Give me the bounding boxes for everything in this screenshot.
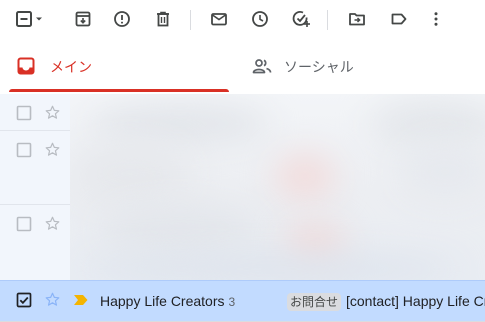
blurred-content — [70, 144, 190, 204]
people-icon — [252, 59, 272, 74]
row-divider — [0, 204, 70, 205]
blurred-content — [275, 154, 335, 199]
row-checkbox[interactable] — [16, 216, 32, 232]
report-spam-button[interactable] — [110, 7, 134, 31]
inbox-icon — [17, 57, 35, 75]
snooze-button[interactable] — [248, 7, 272, 31]
tab-social-label: ソーシャル — [284, 59, 354, 75]
report-icon — [114, 11, 130, 27]
label-icon — [391, 13, 407, 25]
row-checkbox[interactable] — [16, 142, 32, 158]
sender-name: Happy Life Creators 3 — [100, 293, 235, 309]
star-icon[interactable] — [44, 104, 61, 121]
tab-main[interactable]: メイン — [0, 40, 230, 94]
important-marker-icon[interactable] — [73, 294, 89, 306]
task-add-icon — [292, 11, 310, 27]
more-vertical-icon — [434, 12, 438, 26]
select-dropdown-button[interactable] — [32, 7, 46, 31]
envelope-icon — [211, 13, 227, 26]
minus-checkbox-icon — [16, 11, 32, 27]
caret-down-icon — [36, 17, 42, 21]
row-divider — [0, 130, 70, 131]
add-to-tasks-button[interactable] — [289, 7, 313, 31]
thread-count: 3 — [228, 295, 236, 309]
category-tabs: メイン ソーシャル — [0, 40, 485, 94]
message-subject: [contact] Happy Life Cre — [346, 293, 485, 309]
tab-main-label: メイン — [50, 59, 92, 75]
blurred-messages-area — [70, 94, 485, 280]
blurred-content — [100, 204, 260, 254]
blurred-content — [80, 254, 460, 280]
table-row-selected[interactable]: Happy Life Creators 3 お問合せ [contact] Happ… — [0, 280, 485, 321]
toolbar-divider — [327, 10, 328, 30]
clock-icon — [252, 11, 268, 27]
tab-social[interactable]: ソーシャル — [240, 40, 485, 94]
active-tab-indicator — [9, 89, 229, 92]
blurred-content — [370, 99, 485, 149]
star-icon[interactable] — [44, 141, 61, 158]
toolbar-divider — [190, 10, 191, 30]
mark-unread-button[interactable] — [207, 7, 231, 31]
delete-button[interactable] — [151, 7, 175, 31]
folder-move-icon — [349, 13, 365, 26]
sender-text: Happy Life Creators — [100, 293, 225, 309]
star-icon[interactable] — [44, 215, 61, 232]
blurred-content — [90, 104, 270, 144]
label-chip[interactable]: お問合せ — [287, 293, 342, 311]
checked-checkbox-icon[interactable] — [16, 292, 32, 308]
message-list: Happy Life Creators 3 お問合せ [contact] Happ… — [0, 94, 485, 322]
trash-icon — [157, 11, 169, 27]
row-checkbox[interactable] — [16, 105, 32, 121]
label-button[interactable] — [387, 7, 411, 31]
archive-button[interactable] — [71, 7, 95, 31]
list-controls-column — [0, 94, 70, 280]
move-to-button[interactable] — [345, 7, 369, 31]
archive-icon — [75, 11, 91, 27]
toolbar — [0, 0, 485, 40]
star-icon[interactable] — [44, 291, 61, 308]
blurred-content — [400, 144, 485, 199]
more-button[interactable] — [424, 7, 448, 31]
